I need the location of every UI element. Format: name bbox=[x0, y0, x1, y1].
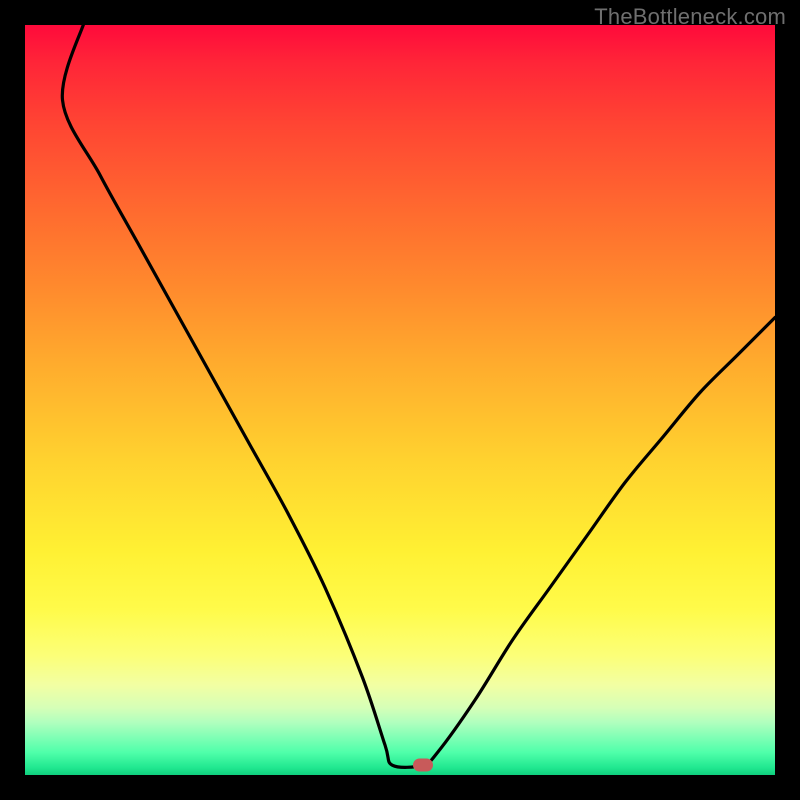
plot-area bbox=[25, 25, 775, 775]
bottleneck-curve bbox=[25, 25, 775, 775]
watermark-text: TheBottleneck.com bbox=[594, 4, 786, 30]
chart-frame: TheBottleneck.com bbox=[0, 0, 800, 800]
optimal-point-marker bbox=[413, 759, 433, 772]
